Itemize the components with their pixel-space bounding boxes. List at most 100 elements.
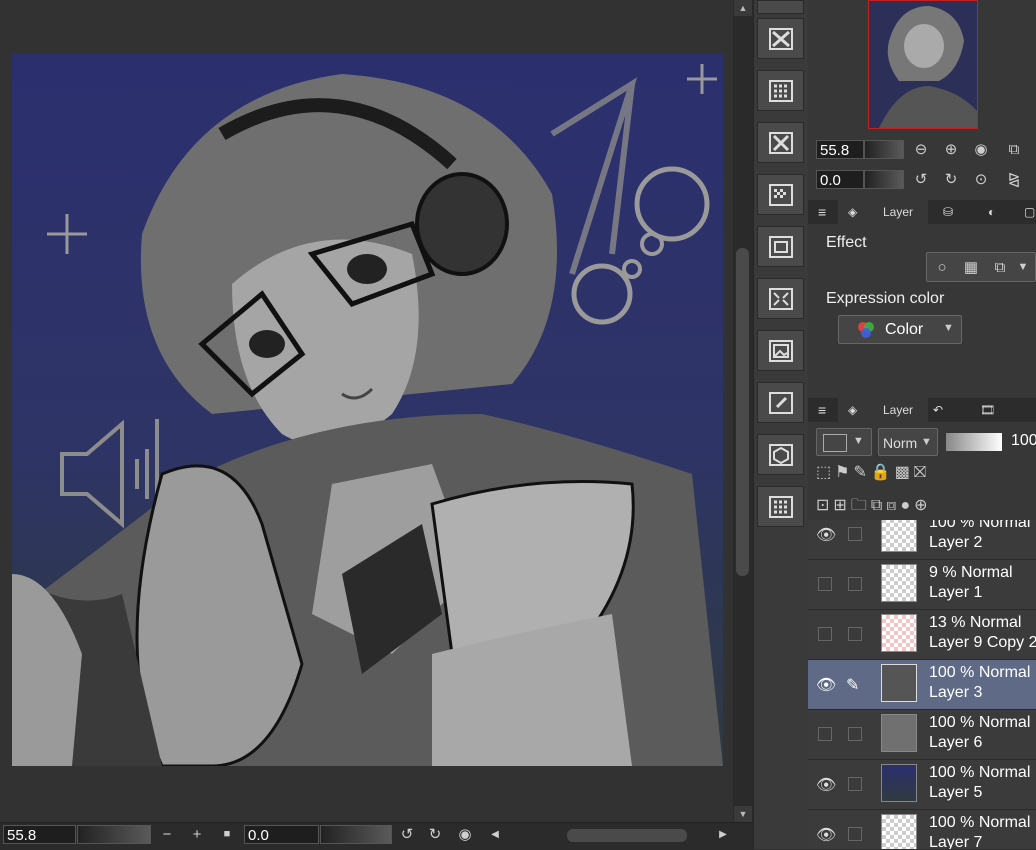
layer-row[interactable]: 100 % Normal Layer 6 [808, 710, 1036, 760]
lock-icon[interactable]: 🔒 [871, 464, 895, 481]
eye-icon[interactable]: 👁 [816, 675, 836, 695]
layer-checkbox[interactable] [848, 577, 862, 591]
panel-more-icon[interactable]: ▢ [1024, 200, 1036, 224]
drawing-canvas[interactable] [12, 54, 723, 766]
layer-row[interactable]: 👁 100 % Normal Layer 5 [808, 760, 1036, 810]
scroll-right-icon[interactable]: ▶ [716, 825, 730, 844]
horizontal-scroll-thumb[interactable] [567, 829, 687, 842]
scale-button[interactable] [757, 278, 804, 319]
navigator-rotate-slider[interactable] [864, 170, 904, 189]
command-button-top[interactable] [757, 0, 804, 14]
actual-size-icon[interactable]: ◉ [971, 140, 991, 159]
rotate-right-icon[interactable]: ↻ [941, 170, 961, 189]
grid-settings-button[interactable] [757, 486, 804, 527]
tone-effect-icon[interactable]: ▦ [960, 258, 982, 277]
opacity-slider[interactable] [946, 433, 1002, 451]
clip-icon[interactable]: ⬚ [816, 464, 835, 481]
eye-icon[interactable]: 👁 [816, 525, 836, 545]
layer-checkbox[interactable] [848, 627, 862, 641]
mask-icon[interactable]: ⛝ [914, 464, 930, 481]
clear-outside-button[interactable] [757, 122, 804, 163]
layer-visibility-checkbox[interactable] [818, 727, 832, 741]
animation-icon[interactable]: 🎞 [980, 398, 998, 422]
zoom-value-field[interactable]: 55.8 [3, 825, 76, 844]
layer-mode: 100 % Normal [929, 520, 1031, 531]
3d-button[interactable] [757, 434, 804, 475]
opacity-value[interactable]: 100 [1011, 432, 1036, 450]
canvas-workspace[interactable] [0, 0, 733, 822]
layer-checkbox[interactable] [848, 777, 862, 791]
navigator-preview[interactable] [868, 0, 978, 129]
navigator-rotate-field[interactable]: 0.0 [816, 170, 864, 189]
eye-icon[interactable]: 👁 [816, 825, 836, 845]
layer-checkbox[interactable] [848, 727, 862, 741]
clear-selection-button[interactable] [757, 18, 804, 59]
draft-icon[interactable]: ✎ [853, 464, 870, 481]
transform-button[interactable] [757, 226, 804, 267]
new-raster-layer-icon[interactable]: ⊡ [816, 497, 833, 514]
zoom-in-button[interactable]: + [188, 825, 206, 844]
color-set-icon[interactable]: ◐ [988, 200, 1006, 224]
reset-rotation-icon[interactable]: ◉ [456, 825, 474, 844]
rotate-right-icon[interactable]: ↻ [426, 825, 444, 844]
reset-rotation-icon[interactable]: ⊙ [971, 170, 991, 189]
eye-icon[interactable]: 👁 [816, 775, 836, 795]
edit-button[interactable] [757, 382, 804, 423]
rotate-left-icon[interactable]: ↺ [911, 170, 931, 189]
zoom-out-icon[interactable]: ⊖ [911, 140, 931, 159]
rotate-left-icon[interactable]: ↺ [398, 825, 416, 844]
layer-row[interactable]: 👁 100 % Normal Layer 2 [808, 520, 1036, 560]
add-mask-icon[interactable]: ⊕ [914, 497, 931, 514]
merge-down-icon[interactable]: ⧈ [886, 497, 900, 514]
blend-mode-select[interactable]: Norm ▼ [878, 428, 938, 456]
rotate-slider[interactable] [320, 825, 392, 844]
flip-horizontal-icon[interactable]: ⧎ [1004, 170, 1024, 189]
rotate-value-field[interactable]: 0.0 [244, 825, 319, 844]
layer-row[interactable]: 13 % Normal Layer 9 Copy 2 [808, 610, 1036, 660]
layer-mask-icon[interactable]: ● [900, 497, 914, 514]
expression-color-select[interactable]: Color ▼ [838, 315, 962, 344]
layer-mode: 100 % Normal [929, 814, 1031, 831]
navigator-zoom-slider[interactable] [864, 140, 904, 159]
scroll-down-icon[interactable]: ▼ [734, 806, 752, 822]
navigator-zoom-field[interactable]: 55.8 [816, 140, 864, 159]
layer-color-icon[interactable]: ⧉ [989, 258, 1011, 277]
reference-icon[interactable]: ⚑ [835, 464, 853, 481]
layer-checkbox[interactable] [848, 527, 862, 541]
layer-row-selected[interactable]: 👁 ✎ 100 % Normal Layer 3 [808, 660, 1036, 710]
new-folder-icon[interactable]: 🗀 [851, 497, 871, 514]
scroll-up-icon[interactable]: ▲ [734, 0, 752, 16]
layer-list[interactable]: 👁 100 % Normal Layer 2 9 % Normal Layer … [808, 520, 1036, 849]
lock-transparent-icon[interactable]: ▩ [895, 464, 914, 481]
fit-window-icon[interactable]: ⧉ [1004, 140, 1024, 159]
zoom-slider[interactable] [77, 825, 151, 844]
layer-row[interactable]: 👁 100 % Normal Layer 7 [808, 810, 1036, 849]
history-icon[interactable]: ↶ [933, 398, 951, 422]
layer-visibility-checkbox[interactable] [818, 577, 832, 591]
layer-visibility-checkbox[interactable] [818, 627, 832, 641]
scroll-left-icon[interactable]: ◀ [488, 825, 502, 844]
border-effect-icon[interactable]: ○ [931, 258, 953, 277]
layer-name: Layer 9 Copy 2 [929, 634, 1036, 651]
blend-color-select[interactable]: ▼ [816, 428, 872, 456]
vertical-scrollbar[interactable]: ▲ ▼ [733, 0, 753, 822]
transfer-down-icon[interactable]: ⧉ [871, 497, 886, 514]
navigator-thumbnail-image [869, 1, 977, 128]
image-button[interactable] [757, 330, 804, 371]
panel-menu-icon[interactable]: ≡ [818, 200, 832, 224]
color-swatch [823, 434, 847, 452]
panel-menu-icon[interactable]: ≡ [818, 398, 832, 422]
zoom-in-icon[interactable]: ⊕ [941, 140, 961, 159]
clear-outside-icon [769, 132, 793, 154]
new-vector-layer-icon[interactable]: ⊞ [833, 497, 850, 514]
cube-icon [769, 444, 793, 466]
layer-checkbox[interactable] [848, 827, 862, 841]
effect-dropdown-icon[interactable]: ▼ [1015, 258, 1031, 277]
layer-row[interactable]: 9 % Normal Layer 1 [808, 560, 1036, 610]
fit-to-window-button[interactable]: ■ [218, 825, 236, 844]
fill-pattern-button[interactable] [757, 174, 804, 215]
zoom-out-button[interactable]: − [158, 825, 176, 844]
layer-search-icon[interactable]: ⛁ [943, 200, 961, 224]
vertical-scroll-thumb[interactable] [736, 248, 749, 576]
grid-button[interactable] [757, 70, 804, 111]
